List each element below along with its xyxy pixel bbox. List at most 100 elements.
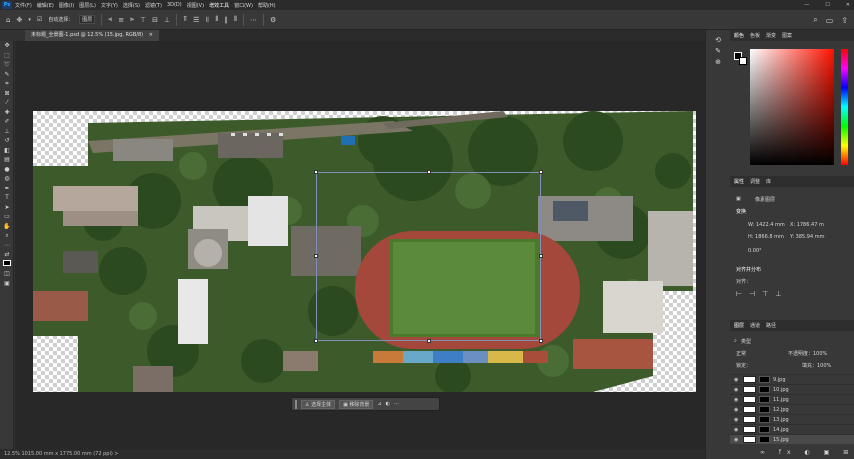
blend-mode-dropdown[interactable]: 正常 [736,350,746,357]
background-swatch[interactable] [739,57,747,65]
layer-row[interactable]: ◉ 10.jpg [730,384,854,394]
blur-tool-icon[interactable]: ● [0,165,14,175]
tab-paths[interactable]: 路径 [766,322,776,329]
pen-tool-icon[interactable]: ✒ [0,184,14,194]
quick-select-tool-icon[interactable]: ✎ [0,70,14,80]
screen-mode-icon[interactable]: ▣ [0,279,14,289]
x-field[interactable]: X: 1786.47 m [790,222,824,228]
quick-mask-icon[interactable]: ◫ [0,269,14,279]
home-icon[interactable]: ⌂ [6,16,10,24]
opacity-field[interactable]: 不透明度：100% [788,350,827,357]
tab-adjustments[interactable]: 调整 [750,178,760,185]
eye-icon[interactable]: ◉ [734,437,740,443]
align-right-icon[interactable]: ⫸ [130,15,134,24]
select-subject-button[interactable]: ♙ 选择主体 [301,399,336,409]
menu-view[interactable]: 视图(V) [187,2,204,9]
layer-filter-dropdown[interactable]: 类型 [741,338,751,345]
tab-gradients[interactable]: 渐变 [766,32,776,39]
tab-patterns[interactable]: 图案 [782,32,792,39]
y-field[interactable]: Y: 385.94 mm [790,234,825,240]
transform-bounding-box[interactable] [314,170,543,343]
menu-select[interactable]: 选择(S) [123,2,140,9]
filter-search-icon[interactable]: ⌕ [734,338,737,344]
workspace-icon[interactable]: ▭ [826,16,834,25]
align-vcenter-icon[interactable]: ⊟ [152,16,158,24]
distribute-hcenter-icon[interactable]: ∥ [224,16,228,24]
eraser-tool-icon[interactable]: ◧ [0,146,14,156]
layer-row-selected[interactable]: ◉ 15.jpg [730,434,854,444]
minimize-button[interactable]: — [804,2,809,8]
transform-handle[interactable] [314,170,318,174]
eye-icon[interactable]: ◉ [734,427,740,433]
distribute-left-icon[interactable]: ⦀ [215,15,218,24]
transform-handle[interactable] [314,339,318,343]
angle-field[interactable]: 0.00° [748,248,762,254]
menu-file[interactable]: 文件(F) [15,2,32,9]
distribute-bottom-icon[interactable]: ⫫ [205,15,209,24]
dodge-tool-icon[interactable]: ◍ [0,174,14,184]
maximize-button[interactable]: ☐ [825,2,829,8]
align-buttons-icon[interactable]: ⊢⊣⊤⊥ [736,290,788,298]
tab-color[interactable]: 颜色 [734,32,744,39]
type-tool-icon[interactable]: T [0,193,14,203]
share-icon[interactable]: ⇪ [841,16,848,25]
more-options-icon[interactable]: ⋯ [250,16,257,24]
align-hcenter-icon[interactable]: ≡ [118,16,124,24]
document-tab[interactable]: 未标题_全景图-1.psd @ 12.5% (15.jpg, RGB/8) × [25,30,159,41]
marquee-tool-icon[interactable]: ⬚ [0,51,14,61]
move-tool-icon[interactable]: ✥ [16,16,22,24]
crop-tool-icon[interactable]: ⌗ [0,79,14,89]
menu-image[interactable]: 图像(I) [59,2,74,9]
transform-handle[interactable] [427,170,431,174]
layer-row[interactable]: ◉ 9.jpg [730,374,854,384]
more-button[interactable]: ··· [394,401,399,407]
history-icon[interactable]: ⟲ [706,36,730,44]
align-top-icon[interactable]: ⊤ [140,16,146,24]
tab-properties[interactable]: 属性 [734,178,744,185]
tab-libraries[interactable]: 库 [766,178,771,185]
healing-brush-icon[interactable]: ✚ [0,108,14,118]
eye-icon[interactable]: ◉ [734,407,740,413]
distribute-right-icon[interactable]: ⦀ [234,15,237,24]
clone-source-icon[interactable]: ⊕ [706,58,730,66]
stamp-tool-icon[interactable]: ⊥ [0,127,14,137]
gear-icon[interactable]: ⚙ [270,16,276,24]
eye-icon[interactable]: ◉ [734,397,740,403]
eye-icon[interactable]: ◉ [734,387,740,393]
history-brush-icon[interactable]: ↺ [0,136,14,146]
transform-handle[interactable] [539,170,543,174]
layer-row[interactable]: ◉ 13.jpg [730,414,854,424]
layer-row[interactable]: ◉ 14.jpg [730,424,854,434]
zoom-tool-icon[interactable]: ⌕ [0,231,14,241]
menu-help[interactable]: 帮助(H) [258,2,276,9]
chevron-down-icon[interactable]: ▾ [28,17,31,23]
tab-channels[interactable]: 通道 [750,322,760,329]
hue-slider[interactable] [841,49,848,165]
menu-edit[interactable]: 编辑(E) [37,2,54,9]
tab-layers[interactable]: 图层 [734,322,744,329]
fill-field[interactable]: 填充：100% [802,362,831,369]
eye-icon[interactable]: ◉ [734,417,740,423]
menu-plugins[interactable]: 增效工具 [209,2,229,9]
lasso-tool-icon[interactable]: ➰ [0,60,14,70]
transform-icon[interactable]: ⊿ [377,401,381,407]
remove-background-button[interactable]: ▣ 移除背景 [339,399,374,409]
gradient-tool-icon[interactable]: ▤ [0,155,14,165]
menu-3d[interactable]: 3D(D) [167,2,182,8]
brush-settings-icon[interactable]: ✎ [706,47,730,55]
eye-icon[interactable]: ◉ [734,377,740,383]
path-select-tool-icon[interactable]: ➤ [0,203,14,213]
layers-footer-icons[interactable]: ∞ fx ◐ ▣ ⊞ 🗑 [760,449,854,456]
height-field[interactable]: H: 1866.8 mm [748,234,784,240]
brush-tool-icon[interactable]: ✐ [0,117,14,127]
eyedropper-tool-icon[interactable]: ⁄ [0,98,14,108]
transform-handle[interactable] [539,339,543,343]
adjust-icon[interactable]: ◐ [386,401,390,407]
distribute-vcenter-icon[interactable]: ☰ [193,16,199,24]
move-tool-icon[interactable]: ✥ [0,41,14,51]
checkbox-checked-icon[interactable]: ☑ [37,16,42,23]
layer-row[interactable]: ◉ 12.jpg [730,404,854,414]
layer-row[interactable]: ◉ 11.jpg [730,394,854,404]
color-picker-field[interactable] [750,49,834,165]
foreground-color-icon[interactable] [0,259,14,270]
